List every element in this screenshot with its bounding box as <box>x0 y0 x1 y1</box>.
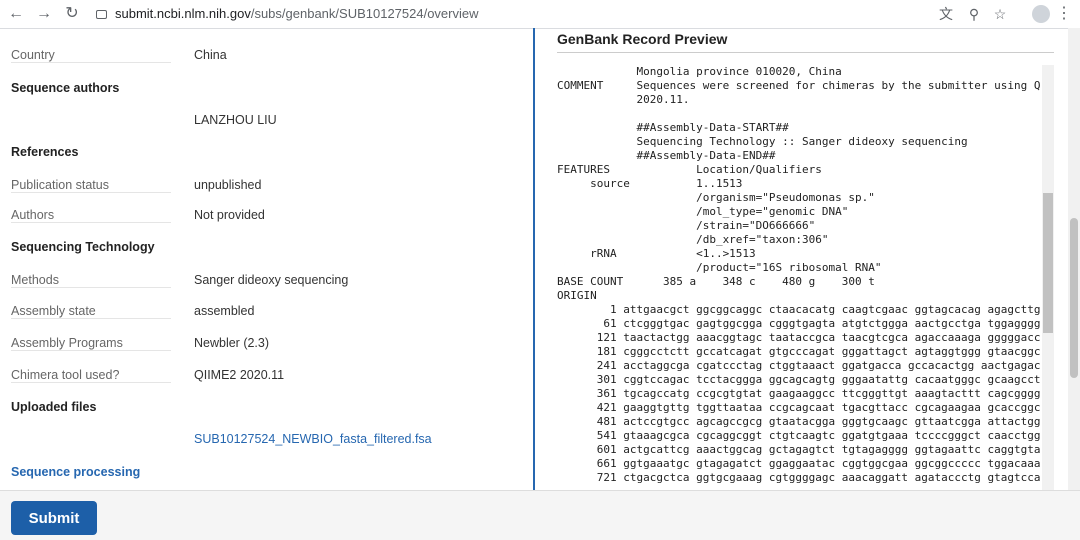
record-line: 241 acctaggcga cgatccctag ctggtaaact gga… <box>557 359 1041 372</box>
record-line: 481 actccgtgcc agcagccgcg gtaatacgga ggg… <box>557 415 1041 428</box>
lock-icon <box>96 10 107 19</box>
divider <box>11 62 171 63</box>
record-line: ORIGIN <box>557 289 597 302</box>
section-sequencing-technology: Sequencing Technology <box>11 240 155 254</box>
record-line: /product="16S ribosomal RNA" <box>557 261 882 274</box>
record-line: COMMENT Sequences were screened for chim… <box>557 79 1041 92</box>
record-line: 1 attgaacgct ggcggcaggc ctaacacatg caagt… <box>557 303 1041 316</box>
record-line: 541 gtaaagcgca cgcaggcggt ctgtcaagtc gga… <box>557 429 1041 442</box>
record-line: 721 ctgacgctca ggtgcgaaag cgtggggagc aaa… <box>557 471 1041 484</box>
record-scrollbar-thumb[interactable] <box>1043 193 1053 333</box>
record-line: Mongolia province 010020, China <box>557 65 842 78</box>
country-label: Country <box>11 48 55 62</box>
record-scrollbar[interactable] <box>1042 65 1054 490</box>
assembly-programs-label: Assembly Programs <box>11 336 123 350</box>
record-line: BASE COUNT 385 a 348 c 480 g 300 t <box>557 275 875 288</box>
bookmark-star-icon[interactable]: ☆ <box>990 4 1010 24</box>
record-line: 301 cggtccagac tcctacggga ggcagcagtg ggg… <box>557 373 1041 386</box>
chimera-tool-value: QIIME2 2020.11 <box>194 368 285 382</box>
methods-value: Sanger dideoxy sequencing <box>194 273 349 287</box>
chimera-tool-label: Chimera tool used? <box>11 368 120 382</box>
forward-icon[interactable]: → <box>34 4 54 24</box>
authors-label: Authors <box>11 208 55 222</box>
translate-icon[interactable]: 文 <box>936 4 956 24</box>
genbank-record-text: Mongolia province 010020, China COMMENT S… <box>557 65 1041 490</box>
assembly-state-value: assembled <box>194 304 255 318</box>
page-scrollbar-thumb[interactable] <box>1070 218 1078 378</box>
record-line: ##Assembly-Data-START## <box>557 121 789 134</box>
submit-button[interactable]: Submit <box>11 501 97 535</box>
publication-status-value: unpublished <box>194 178 262 192</box>
record-line: FEATURES Location/Qualifiers <box>557 163 822 176</box>
genbank-preview-title: GenBank Record Preview <box>557 31 728 47</box>
record-line: Sequencing Technology :: Sanger dideoxy … <box>557 135 968 148</box>
section-references: References <box>11 145 79 159</box>
reload-icon[interactable]: ↻ <box>62 4 82 24</box>
authors-value: Not provided <box>194 208 265 222</box>
record-line: /mol_type="genomic DNA" <box>557 205 849 218</box>
record-line: /organism="Pseudomonas sp." <box>557 191 875 204</box>
address-bar[interactable]: submit.ncbi.nlm.nih.gov/subs/genbank/SUB… <box>96 4 479 24</box>
uploaded-file-link[interactable]: SUB10127524_NEWBIO_fasta_filtered.fsa <box>194 432 432 446</box>
zoom-icon[interactable]: ⚲ <box>964 4 984 24</box>
assembly-programs-value: Newbler (2.3) <box>194 336 270 350</box>
record-line: 421 gaaggtgttg tggttaataa ccgcagcaat tga… <box>557 401 1041 414</box>
record-line: /strain="DO666666" <box>557 219 816 232</box>
record-line: 2020.11. <box>557 93 690 106</box>
record-line: /db_xref="taxon:306" <box>557 233 829 246</box>
back-icon[interactable]: ← <box>6 4 26 24</box>
divider <box>11 382 171 383</box>
record-line: 661 ggtgaaatgc gtagagatct ggaggaatac cgg… <box>557 457 1041 470</box>
assembly-state-label: Assembly state <box>11 304 96 318</box>
profile-avatar-icon[interactable] <box>1032 5 1050 23</box>
browser-toolbar: ← → ↻ submit.ncbi.nlm.nih.gov/subs/genba… <box>0 0 1080 29</box>
record-line: 181 cgggcctctt gccatcagat gtgcccagat ggg… <box>557 345 1041 358</box>
section-sequence-authors: Sequence authors <box>11 81 120 95</box>
page-scrollbar[interactable] <box>1068 28 1080 490</box>
record-line: source 1..1513 <box>557 177 743 190</box>
record-line <box>557 107 1041 121</box>
record-line: 121 taactactgg aaacggtagc taataccgca taa… <box>557 331 1041 344</box>
country-value: China <box>194 48 227 62</box>
url-path: /subs/genbank/SUB10127524/overview <box>250 6 479 21</box>
record-line: ##Assembly-Data-END## <box>557 149 776 162</box>
submission-summary-panel: Country China Sequence authors LANZHOU L… <box>0 28 534 490</box>
record-line: rRNA <1..>1513 <box>557 247 756 260</box>
panel-splitter[interactable] <box>533 28 535 490</box>
menu-icon[interactable]: ⋮ <box>1056 4 1072 24</box>
url-host: submit.ncbi.nlm.nih.gov <box>115 6 251 21</box>
publication-status-label: Publication status <box>11 178 109 192</box>
record-line: 601 actgcattcg aaactggcag gctagagtct tgt… <box>557 443 1041 456</box>
section-sequence-processing[interactable]: Sequence processing <box>11 465 140 479</box>
record-line: 61 ctcgggtgac gagtggcgga cgggtgagta atgt… <box>557 317 1041 330</box>
title-underline <box>557 52 1054 53</box>
divider <box>11 287 171 288</box>
divider <box>11 222 171 223</box>
divider <box>11 318 171 319</box>
methods-label: Methods <box>11 273 59 287</box>
divider <box>11 350 171 351</box>
section-uploaded-files: Uploaded files <box>11 400 97 414</box>
divider <box>11 192 171 193</box>
genbank-preview-panel: GenBank Record Preview Mongolia province… <box>536 28 1080 490</box>
record-line: 361 tgcagccatg ccgcgtgtat gaagaaggcc ttc… <box>557 387 1041 400</box>
author-name: LANZHOU LIU <box>194 113 277 127</box>
footer-bar: Submit <box>0 490 1080 540</box>
